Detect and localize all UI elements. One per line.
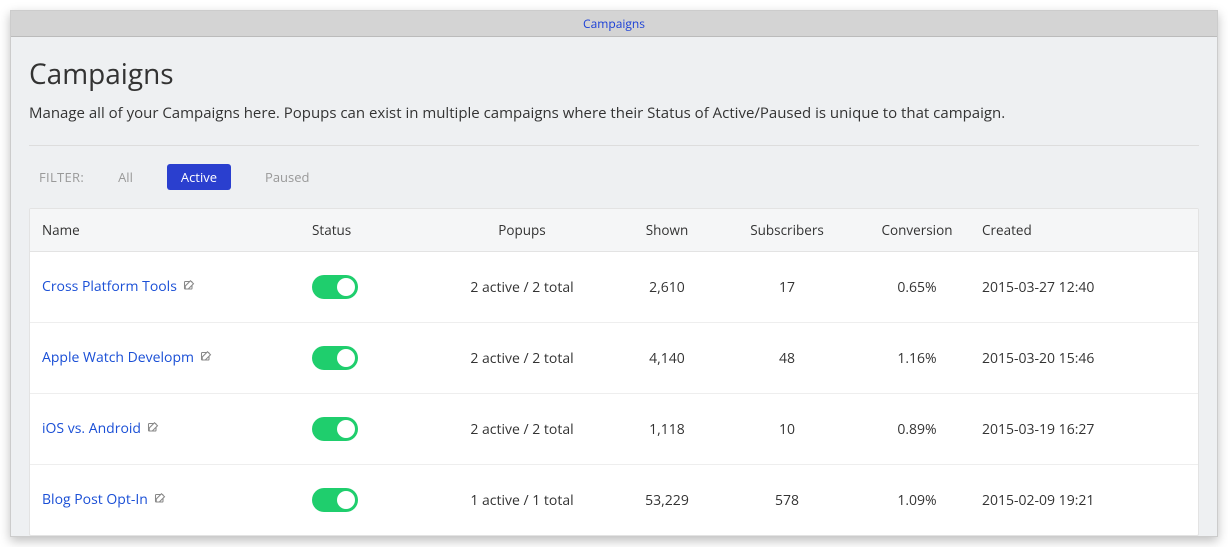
- col-popups: Popups: [432, 221, 612, 239]
- filter-paused[interactable]: Paused: [251, 164, 323, 190]
- edit-icon[interactable]: [200, 349, 212, 368]
- cell-shown: 1,118: [612, 420, 722, 439]
- cell-name: Blog Post Opt-In: [42, 490, 312, 510]
- col-conversion: Conversion: [852, 221, 982, 239]
- divider: [29, 145, 1199, 146]
- cell-conversion: 0.65%: [852, 278, 982, 297]
- cell-shown: 53,229: [612, 491, 722, 510]
- col-shown: Shown: [612, 221, 722, 239]
- table-row: Cross Platform Tools 2 active / 2 total2,…: [30, 252, 1198, 323]
- cell-name: Apple Watch Developm: [42, 348, 312, 368]
- table-row: Apple Watch Developm 2 active / 2 total4,…: [30, 323, 1198, 394]
- cell-subscribers: 10: [722, 420, 852, 439]
- cell-created: 2015-03-20 15:46: [982, 349, 1182, 368]
- edit-icon[interactable]: [183, 278, 195, 297]
- filter-bar: FILTER: All Active Paused: [29, 160, 1199, 208]
- edit-icon[interactable]: [147, 420, 159, 439]
- cell-actions: -: [1182, 343, 1199, 373]
- cell-name: iOS vs. Android: [42, 419, 312, 439]
- col-subscribers: Subscribers: [722, 221, 852, 239]
- cell-popups: 2 active / 2 total: [432, 349, 612, 368]
- campaign-link[interactable]: Apple Watch Developm: [42, 348, 194, 367]
- cell-status: [312, 346, 432, 370]
- table-row: Blog Post Opt-In 1 active / 1 total53,229…: [30, 465, 1198, 535]
- status-toggle[interactable]: [312, 275, 358, 299]
- filter-active[interactable]: Active: [167, 164, 231, 190]
- campaign-link[interactable]: Blog Post Opt-In: [42, 490, 148, 509]
- app-window: Campaigns Campaigns Manage all of your C…: [10, 10, 1218, 537]
- cell-status: [312, 275, 432, 299]
- cell-actions: -: [1182, 485, 1199, 515]
- table-body: Cross Platform Tools2 active / 2 total2,…: [30, 252, 1198, 535]
- tab-bar: Campaigns: [11, 11, 1217, 37]
- cell-popups: 1 active / 1 total: [432, 491, 612, 510]
- cell-name: Cross Platform Tools: [42, 277, 312, 297]
- cell-conversion: 0.89%: [852, 420, 982, 439]
- col-created: Created: [982, 221, 1182, 239]
- col-name: Name: [42, 221, 312, 239]
- cell-popups: 2 active / 2 total: [432, 278, 612, 297]
- cell-created: 2015-03-27 12:40: [982, 278, 1182, 297]
- cell-created: 2015-03-19 16:27: [982, 420, 1182, 439]
- cell-subscribers: 48: [722, 349, 852, 368]
- campaigns-table: Name Status Popups Shown Subscribers Con…: [29, 208, 1199, 536]
- page-subtitle: Manage all of your Campaigns here. Popup…: [29, 103, 1199, 123]
- cell-status: [312, 488, 432, 512]
- main-content: Campaigns Manage all of your Campaigns h…: [11, 37, 1217, 536]
- page-title: Campaigns: [29, 55, 1199, 93]
- status-toggle[interactable]: [312, 488, 358, 512]
- filter-all[interactable]: All: [104, 164, 147, 190]
- filter-label: FILTER:: [39, 168, 84, 186]
- cell-conversion: 1.16%: [852, 349, 982, 368]
- cell-conversion: 1.09%: [852, 491, 982, 510]
- tab-campaigns[interactable]: Campaigns: [583, 15, 645, 32]
- cell-shown: 2,610: [612, 278, 722, 297]
- cell-created: 2015-02-09 19:21: [982, 491, 1182, 510]
- col-status: Status: [312, 221, 432, 239]
- campaign-link[interactable]: Cross Platform Tools: [42, 277, 177, 296]
- campaign-link[interactable]: iOS vs. Android: [42, 419, 141, 438]
- cell-actions: -: [1182, 272, 1199, 302]
- cell-subscribers: 17: [722, 278, 852, 297]
- cell-actions: -: [1182, 414, 1199, 444]
- status-toggle[interactable]: [312, 346, 358, 370]
- status-toggle[interactable]: [312, 417, 358, 441]
- cell-shown: 4,140: [612, 349, 722, 368]
- table-row: iOS vs. Android 2 active / 2 total1,11810…: [30, 394, 1198, 465]
- cell-popups: 2 active / 2 total: [432, 420, 612, 439]
- edit-icon[interactable]: [154, 491, 166, 510]
- table-header: Name Status Popups Shown Subscribers Con…: [30, 209, 1198, 252]
- cell-status: [312, 417, 432, 441]
- cell-subscribers: 578: [722, 491, 852, 510]
